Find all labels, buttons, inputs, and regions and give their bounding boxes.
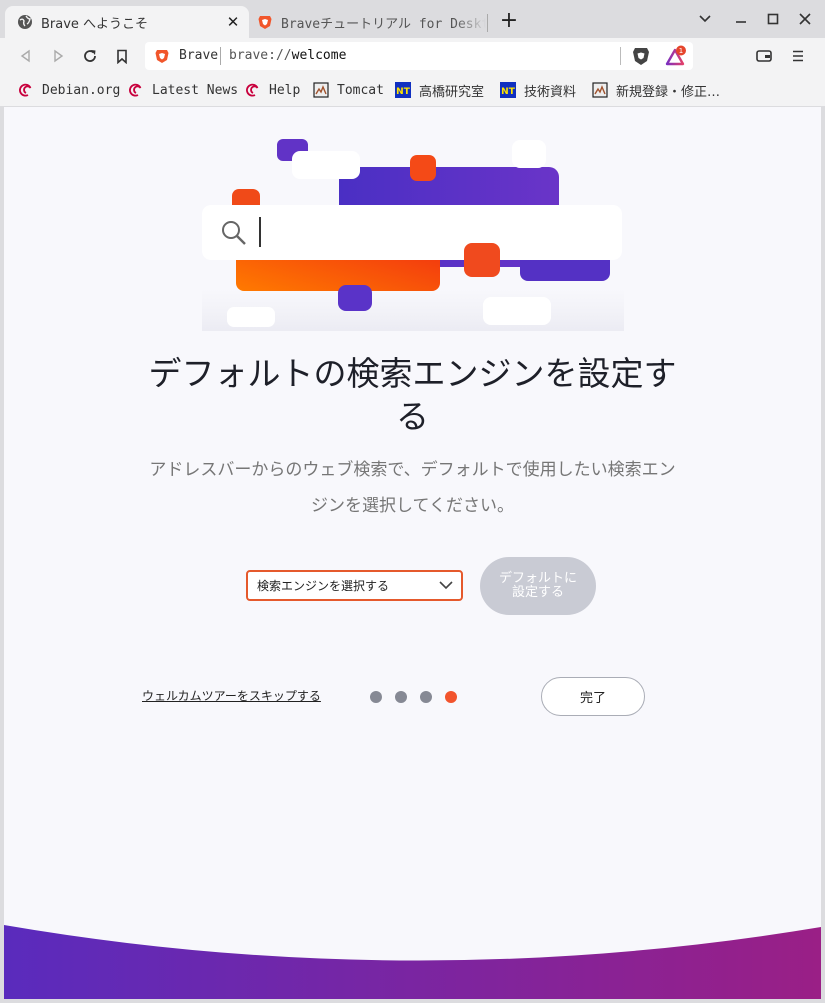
bookmarks-bar: Debian.org Latest News Help Tomcat NT 高橋… [0, 74, 825, 106]
search-engine-select-placeholder: 検索エンジンを選択する [257, 579, 390, 593]
page-description: アドレスバーからのウェブ検索で、デフォルトで使用したい検索エンジンを選択してくだ… [4, 452, 821, 524]
tab-strip: Brave へようこそ ✕ Braveチュートリアル for Desktop + [0, 0, 825, 38]
address-bar[interactable]: Brave brave://welcome 1 [145, 42, 693, 70]
chevron-down-icon [439, 581, 453, 590]
brave-lion-icon [258, 16, 272, 29]
step-indicator-dot [370, 691, 382, 703]
set-as-default-button[interactable]: デフォルトに設定する [480, 557, 596, 615]
close-tab-icon[interactable]: ✕ [223, 12, 243, 32]
bookmark-debian-org[interactable]: Debian.org [18, 81, 120, 99]
tab-list-chevron-icon[interactable] [694, 9, 716, 29]
tomcat-page-icon [313, 82, 329, 98]
bookmark-takahashi-lab[interactable]: NT 高橋研究室 [395, 81, 485, 100]
bookmark-icon [117, 49, 127, 64]
bookmark-label: Debian.org [42, 82, 121, 98]
reload-icon [84, 50, 96, 62]
page-description-text: アドレスバーからのウェブ検索で、デフォルトで使用したい検索エンジンを選択してくだ… [149, 460, 676, 516]
bookmark-label: 技術資料 [524, 84, 577, 100]
welcome-page: デフォルトの検索エンジンを設定する アドレスバーからのウェブ検索で、デフォルトで… [4, 107, 821, 999]
close-window-icon[interactable] [794, 9, 816, 29]
skip-tour-link[interactable]: ウェルカムツアーをスキップする [142, 687, 321, 704]
wallet-icon [756, 50, 772, 62]
debian-swirl-icon [129, 83, 142, 97]
globe-icon [18, 15, 32, 29]
forward-arrow-icon [54, 49, 64, 63]
done-button[interactable]: 完了 [541, 677, 645, 716]
navigation-toolbar: Brave brave://welcome 1 [0, 38, 825, 74]
brave-lion-icon [155, 50, 169, 63]
page-title: デフォルトの検索エンジンを設定する [4, 352, 821, 438]
new-tab-button[interactable]: + [498, 10, 520, 32]
tab-separator [487, 14, 488, 32]
bookmark-label: 高橋研究室 [419, 84, 485, 100]
debian-swirl-icon [19, 83, 32, 97]
hamburger-menu-icon [793, 50, 803, 62]
bookmark-new-registration[interactable]: 新規登録・修正… [592, 81, 721, 100]
footer-wave-decoration [4, 925, 821, 999]
search-engine-select[interactable]: 検索エンジンを選択する [246, 570, 463, 601]
bookmark-help[interactable]: Help [245, 81, 300, 99]
svg-text:NT: NT [396, 87, 411, 97]
search-illustration [202, 139, 624, 331]
set-as-default-label: デフォルトに設定する [498, 571, 577, 600]
bookmark-label: Tomcat [337, 82, 384, 98]
bookmark-page-button[interactable] [110, 44, 134, 68]
bookmark-label: Help [269, 82, 301, 98]
step-indicator-dot [395, 691, 407, 703]
bookmark-label: 新規登録・修正… [616, 84, 721, 100]
site-identity-label: Brave [179, 48, 219, 63]
page-icon [592, 82, 608, 98]
tab-label: Brave へようこそ [41, 16, 149, 32]
nt-icon: NT [395, 82, 411, 98]
main-menu-button[interactable] [786, 44, 810, 68]
svg-text:NT: NT [501, 87, 516, 97]
wallet-button[interactable] [752, 44, 776, 68]
tab-tutorial[interactable]: Braveチュートリアル for Desktop [251, 6, 487, 38]
bookmark-latest-news[interactable]: Latest News [128, 81, 238, 99]
maximize-window-icon[interactable] [762, 9, 784, 29]
tab-label: Braveチュートリアル for Desktop [281, 16, 486, 32]
minimize-window-icon[interactable] [730, 9, 752, 29]
debian-swirl-icon [246, 83, 259, 97]
bookmark-tomcat[interactable]: Tomcat [313, 81, 384, 99]
rewards-badge-count: 1 [679, 47, 683, 55]
url-scheme: brave:// [229, 48, 292, 63]
tab-welcome[interactable]: Brave へようこそ ✕ [5, 6, 249, 38]
reload-button[interactable] [78, 44, 102, 68]
bookmark-tech-docs[interactable]: NT 技術資料 [500, 81, 577, 100]
forward-button[interactable] [46, 44, 70, 68]
address-separator [620, 47, 621, 65]
back-button[interactable] [14, 44, 38, 68]
brave-shields-icon[interactable] [631, 46, 651, 66]
nt-icon: NT [500, 82, 516, 98]
back-arrow-icon [20, 49, 30, 63]
step-indicator-dot [420, 691, 432, 703]
url-host: welcome [291, 48, 347, 63]
step-indicator-dot-active [445, 691, 457, 703]
url-text: brave://welcome [229, 48, 346, 63]
address-separator [220, 47, 221, 65]
page-title-text: デフォルトの検索エンジンを設定する [148, 354, 677, 436]
brave-rewards-icon[interactable]: 1 [665, 45, 687, 67]
bookmark-label: Latest News [152, 82, 239, 98]
